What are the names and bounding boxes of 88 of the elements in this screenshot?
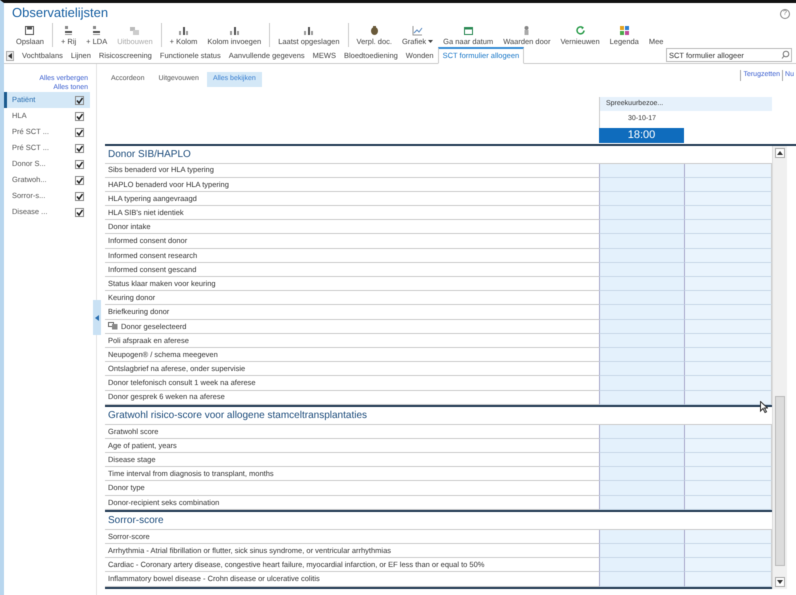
value-cell[interactable] xyxy=(599,178,684,192)
checkbox[interactable] xyxy=(75,160,84,168)
checkbox[interactable] xyxy=(75,208,84,216)
scroll-down-button[interactable] xyxy=(775,576,785,587)
search-icon xyxy=(781,50,790,59)
value-cell[interactable] xyxy=(684,558,772,572)
value-cell[interactable] xyxy=(684,334,772,348)
checkbox[interactable] xyxy=(75,176,84,184)
value-cell[interactable] xyxy=(684,164,772,178)
legend-icon xyxy=(618,25,630,36)
value-cell[interactable] xyxy=(684,277,772,292)
scrollbar[interactable] xyxy=(772,146,787,589)
value-cell[interactable] xyxy=(684,178,772,192)
cursor-icon xyxy=(760,400,768,412)
value-cell[interactable] xyxy=(684,424,772,439)
value-cell[interactable] xyxy=(599,192,684,206)
value-cell[interactable] xyxy=(599,376,684,390)
value-cell[interactable] xyxy=(599,496,684,510)
value-cell[interactable] xyxy=(684,320,772,334)
value-cell[interactable] xyxy=(599,453,684,468)
value-cell[interactable] xyxy=(684,248,772,263)
scroll-up-button[interactable] xyxy=(775,148,785,158)
value-cell[interactable] xyxy=(684,234,772,249)
up-arrow-icon xyxy=(777,150,783,154)
value-cell[interactable] xyxy=(599,277,684,292)
value-cell[interactable] xyxy=(599,362,684,376)
value-cell[interactable] xyxy=(684,192,772,206)
window-title: Observatielijsten xyxy=(11,4,108,21)
value-cell[interactable] xyxy=(684,481,772,496)
columns-icon xyxy=(178,25,190,36)
columns-icon xyxy=(303,25,314,36)
value-cell[interactable] xyxy=(599,558,684,572)
value-cell[interactable] xyxy=(599,206,684,220)
value-cell[interactable] xyxy=(599,164,684,178)
value-cell[interactable] xyxy=(684,305,772,320)
checkbox[interactable] xyxy=(75,192,84,200)
value-cell[interactable] xyxy=(684,348,772,362)
down-arrow-icon xyxy=(777,580,783,584)
value-cell[interactable] xyxy=(599,348,684,362)
calendar-icon xyxy=(462,25,474,36)
checkbox[interactable] xyxy=(75,96,84,104)
caret-icon xyxy=(428,40,434,44)
checkbox[interactable] xyxy=(75,144,84,152)
scroll-left-button[interactable] xyxy=(6,51,14,61)
value-cell[interactable] xyxy=(599,334,684,348)
value-cell[interactable] xyxy=(684,220,772,234)
checkbox[interactable] xyxy=(75,112,84,120)
value-cell[interactable] xyxy=(599,572,684,587)
value-cell[interactable] xyxy=(684,206,772,220)
value-cell[interactable] xyxy=(599,234,684,249)
value-cell[interactable] xyxy=(599,438,684,454)
value-cell[interactable] xyxy=(684,572,772,587)
columns-icon xyxy=(228,25,240,36)
value-cell[interactable] xyxy=(684,291,772,306)
value-cell[interactable] xyxy=(599,262,684,277)
value-cell[interactable] xyxy=(599,467,684,482)
save-icon xyxy=(24,25,36,36)
value-cell[interactable] xyxy=(684,438,772,454)
value-cell[interactable] xyxy=(599,248,684,263)
value-cell[interactable] xyxy=(684,376,772,390)
chart-icon xyxy=(412,25,424,36)
rows-icon xyxy=(129,25,140,36)
value-cell[interactable] xyxy=(599,481,684,496)
rows-icon xyxy=(63,25,74,36)
value-cell[interactable] xyxy=(684,544,772,558)
collapse-handle[interactable] xyxy=(93,300,101,335)
rows-icon xyxy=(91,25,102,36)
checkbox[interactable] xyxy=(75,128,84,136)
bug-icon xyxy=(368,25,380,36)
value-cell[interactable] xyxy=(599,320,684,334)
linked-icon xyxy=(108,322,118,330)
value-cell[interactable] xyxy=(599,530,684,544)
value-cell[interactable] xyxy=(684,390,772,405)
value-cell[interactable] xyxy=(599,544,684,558)
scrollbar-thumb[interactable] xyxy=(775,396,785,566)
refresh-icon xyxy=(574,25,586,36)
value-cell[interactable] xyxy=(684,262,772,277)
value-cell[interactable] xyxy=(684,496,772,510)
value-cell[interactable] xyxy=(599,305,684,320)
time-header[interactable]: 18:00 xyxy=(599,128,684,142)
value-cell[interactable] xyxy=(684,530,772,544)
value-cell[interactable] xyxy=(684,362,772,376)
value-cell[interactable] xyxy=(599,220,684,234)
value-cell[interactable] xyxy=(684,467,772,482)
value-cell[interactable] xyxy=(599,424,684,439)
value-cell[interactable] xyxy=(599,291,684,306)
value-cell[interactable] xyxy=(599,390,684,405)
value-cell[interactable] xyxy=(684,453,772,468)
